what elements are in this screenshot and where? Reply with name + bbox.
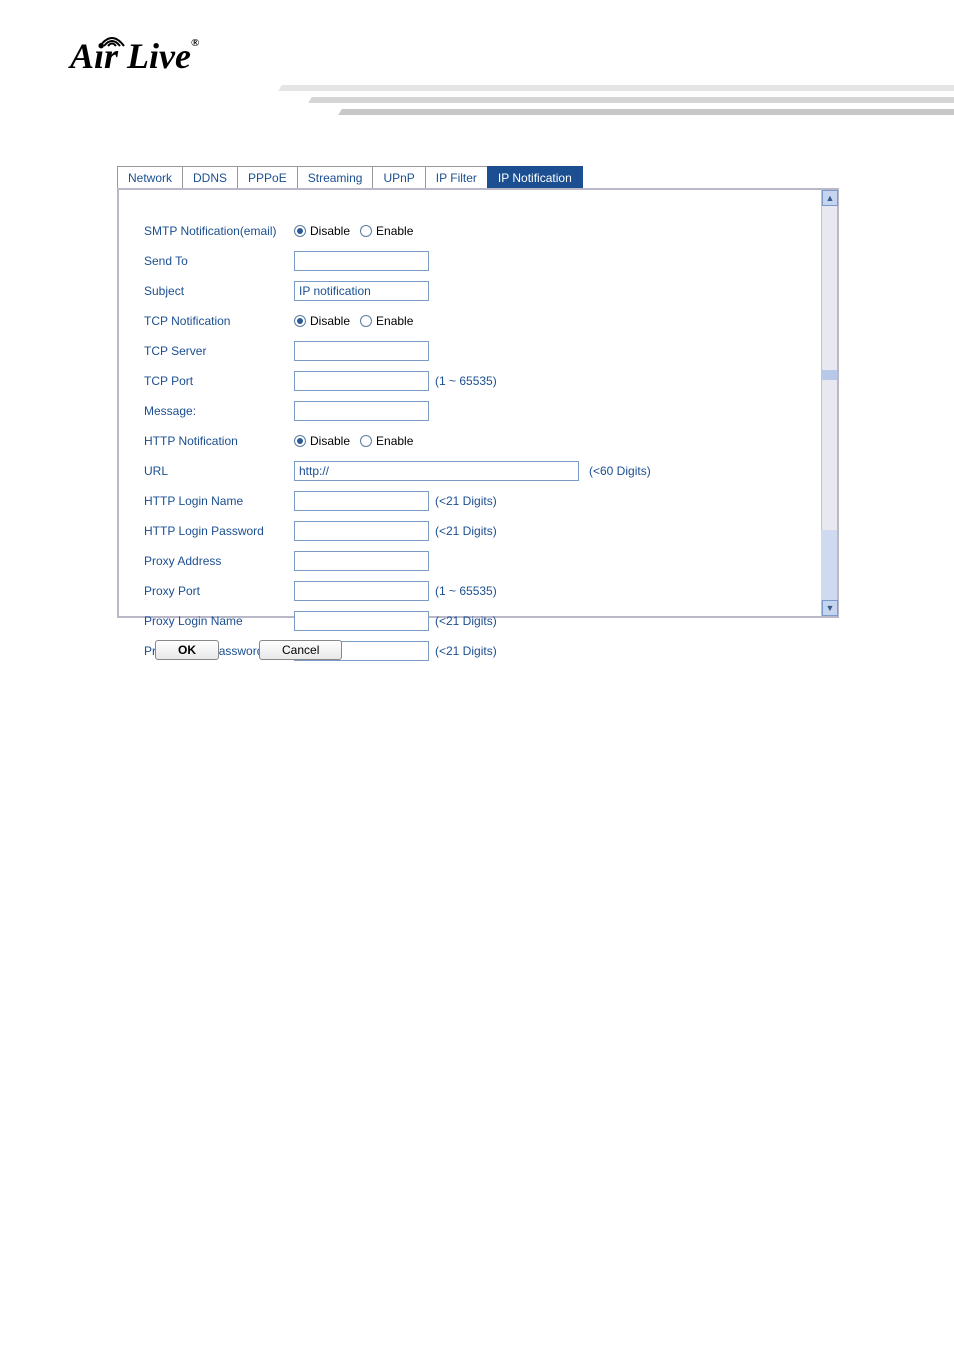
scroll-thumb[interactable]	[821, 370, 837, 380]
tab-ipfilter[interactable]: IP Filter	[425, 166, 488, 189]
tcpserver-input[interactable]	[294, 341, 429, 361]
sendto-label: Send To	[144, 254, 294, 268]
tab-ddns[interactable]: DDNS	[182, 166, 238, 189]
subject-input[interactable]	[294, 281, 429, 301]
httplogin-hint: (<21 Digits)	[435, 494, 497, 508]
httplogin-label: HTTP Login Name	[144, 494, 294, 508]
smtp-disable-radio[interactable]	[294, 225, 306, 237]
wifi-icon	[92, 17, 132, 59]
smtp-disable-text: Disable	[310, 224, 350, 238]
tcp-enable-text: Enable	[376, 314, 413, 328]
scroll-track-segment	[821, 530, 837, 600]
url-input[interactable]	[294, 461, 579, 481]
http-enable-radio[interactable]	[360, 435, 372, 447]
tcp-disable-radio[interactable]	[294, 315, 306, 327]
smtp-enable-radio[interactable]	[360, 225, 372, 237]
tcpport-hint: (1 ~ 65535)	[435, 374, 497, 388]
content-frame: SMTP Notification(email) Disable Enable …	[117, 188, 839, 618]
http-disable-radio[interactable]	[294, 435, 306, 447]
tcp-radio-group: Disable Enable	[294, 314, 413, 328]
http-disable-text: Disable	[310, 434, 350, 448]
http-enable-text: Enable	[376, 434, 413, 448]
smtp-radio-group: Disable Enable	[294, 224, 413, 238]
sendto-input[interactable]	[294, 251, 429, 271]
httplogin-input[interactable]	[294, 491, 429, 511]
scroll-down-icon[interactable]: ▼	[822, 600, 838, 616]
header-decoration	[280, 85, 954, 135]
proxyport-input[interactable]	[294, 581, 429, 601]
tcp-enable-radio[interactable]	[360, 315, 372, 327]
tab-streaming[interactable]: Streaming	[297, 166, 374, 189]
tab-bar: Network DDNS PPPoE Streaming UPnP IP Fil…	[117, 166, 839, 189]
smtp-enable-text: Enable	[376, 224, 413, 238]
tcpserver-label: TCP Server	[144, 344, 294, 358]
subject-label: Subject	[144, 284, 294, 298]
scroll-up-icon[interactable]: ▲	[822, 190, 838, 206]
logo: Air Live®	[70, 35, 199, 77]
http-notification-label: HTTP Notification	[144, 434, 294, 448]
tcp-disable-text: Disable	[310, 314, 350, 328]
message-label: Message:	[144, 404, 294, 418]
tab-pppoe[interactable]: PPPoE	[237, 166, 298, 189]
tcp-notification-label: TCP Notification	[144, 314, 294, 328]
proxypass-hint: (<21 Digits)	[435, 644, 497, 658]
scrollbar[interactable]: ▲ ▼	[821, 190, 837, 616]
proxyaddr-input[interactable]	[294, 551, 429, 571]
httppass-label: HTTP Login Password	[144, 524, 294, 538]
proxylogin-input[interactable]	[294, 611, 429, 631]
tcpport-input[interactable]	[294, 371, 429, 391]
registered-icon: ®	[191, 37, 199, 49]
cancel-button[interactable]: Cancel	[259, 640, 342, 660]
proxyport-hint: (1 ~ 65535)	[435, 584, 497, 598]
url-hint: (<60 Digits)	[589, 464, 651, 478]
http-radio-group: Disable Enable	[294, 434, 413, 448]
tcpport-label: TCP Port	[144, 374, 294, 388]
tab-ipnotification[interactable]: IP Notification	[487, 166, 583, 189]
message-input[interactable]	[294, 401, 429, 421]
smtp-notification-label: SMTP Notification(email)	[144, 224, 294, 238]
httppass-input[interactable]	[294, 521, 429, 541]
proxyaddr-label: Proxy Address	[144, 554, 294, 568]
proxylogin-hint: (<21 Digits)	[435, 614, 497, 628]
tab-network[interactable]: Network	[117, 166, 183, 189]
tab-upnp[interactable]: UPnP	[372, 166, 425, 189]
httppass-hint: (<21 Digits)	[435, 524, 497, 538]
url-label: URL	[144, 464, 294, 478]
proxylogin-label: Proxy Login Name	[144, 614, 294, 628]
proxyport-label: Proxy Port	[144, 584, 294, 598]
ok-button[interactable]: OK	[155, 640, 219, 660]
